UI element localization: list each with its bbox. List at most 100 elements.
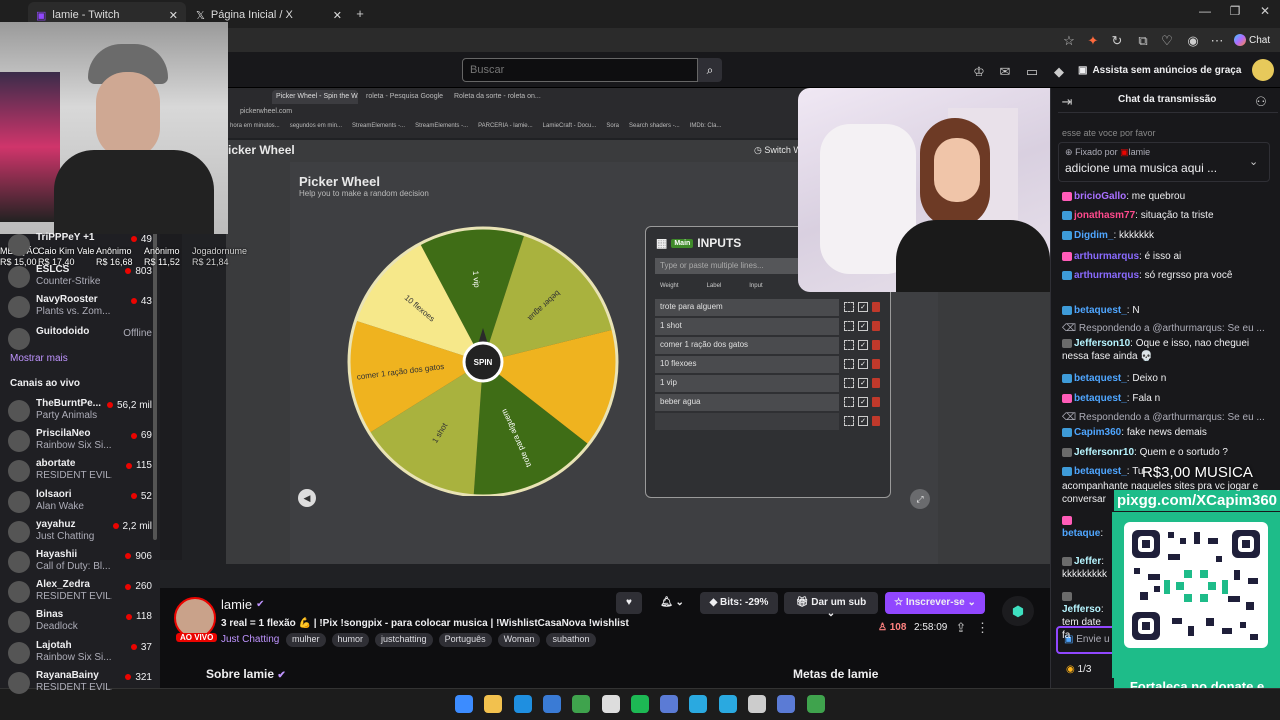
ad-free-button[interactable]: ▣ Assista sem anúncios de graça [1078, 60, 1242, 80]
live-channel[interactable]: RayanaBainy RESIDENT EVIL... 321 [8, 668, 156, 698]
live-channel[interactable]: PriscilaNeo Rainbow Six Si... 69 [8, 426, 156, 456]
star-icon[interactable]: ☆ [1062, 33, 1076, 49]
category-link[interactable]: Just Chatting [221, 634, 279, 645]
channel-name: Alex_Zedra [36, 579, 90, 591]
streamer-name[interactable]: lamie ✔ [221, 597, 264, 612]
stream-tag[interactable]: Woman [497, 633, 541, 647]
chat-username[interactable]: arthurmarqus [1074, 251, 1139, 262]
chevron-down-icon[interactable]: ⌄ [1249, 155, 1258, 168]
channel-points[interactable]: ◉ 1/3 [1066, 664, 1091, 675]
live-channel[interactable]: Lajotah Rainbow Six Si... 37 [8, 638, 156, 668]
share-icon[interactable]: ⇪ [954, 620, 968, 636]
live-channel[interactable]: lolsaori Alan Wake 52 [8, 487, 156, 517]
gift-label: Dar um sub [811, 597, 867, 608]
file-explorer-icon[interactable] [484, 695, 503, 713]
sub-badge-icon [1062, 210, 1072, 220]
inbox-icon[interactable]: ✉ [998, 64, 1012, 80]
spotify-icon[interactable] [630, 695, 649, 713]
steam-icon[interactable] [777, 695, 796, 713]
stream-tag[interactable]: Português [438, 633, 492, 647]
pinned-message[interactable]: ⊕ Fixado por ▣lamie adicione uma musica … [1058, 142, 1270, 182]
more-options-icon[interactable]: ⋮ [976, 620, 989, 636]
user-avatar[interactable] [1252, 59, 1274, 81]
chat-username[interactable]: betaquest_ [1074, 466, 1127, 477]
tab-label: lamie - Twitch [52, 9, 120, 21]
sidebar-channel[interactable]: Guitodoido Offline [8, 324, 156, 354]
favorites-icon[interactable]: ♡ [1160, 33, 1174, 49]
edge-browser-icon[interactable] [513, 695, 532, 713]
stream-tag[interactable]: mulher [286, 633, 326, 647]
refresh-icon[interactable]: ↻ [1110, 33, 1124, 49]
live-channel[interactable]: TheBurntPe... Party Animals 56,2 mil [8, 396, 156, 426]
whispers-icon[interactable]: ▭ [1025, 64, 1039, 80]
chat-username[interactable]: jonathasm77 [1074, 210, 1135, 221]
media-player-icon[interactable] [748, 695, 766, 713]
picker-subtitle: Help you to make a random decision [299, 189, 429, 198]
chat-username[interactable]: Jefferson10 [1074, 338, 1130, 349]
xbox-icon[interactable] [806, 695, 825, 713]
chat-text: fake news demais [1126, 427, 1207, 438]
stream-tag[interactable]: humor [331, 633, 370, 647]
follow-heart-icon[interactable]: ♥ [616, 592, 642, 614]
chrome-icon[interactable] [601, 695, 620, 713]
hype-train-icon[interactable]: ⬢ [1002, 596, 1034, 626]
close-window-icon[interactable]: ✕ [1250, 4, 1280, 22]
crown-icon[interactable]: ♔ [972, 64, 986, 80]
copilot-chat-button[interactable]: Chat [1234, 32, 1278, 48]
close-icon[interactable]: ✕ [333, 9, 342, 22]
chat-users-icon[interactable]: ⚇ [1254, 94, 1268, 110]
sidebar-channel[interactable]: ESLCS Counter-Strike 803 [8, 262, 156, 292]
viewer-count: 321 [125, 672, 152, 683]
stream-tag[interactable]: justchatting [375, 633, 433, 647]
subscribe-button[interactable]: ☆ Inscrever-se ⌄ [885, 592, 985, 614]
chat-username[interactable]: betaquest_ [1074, 305, 1127, 316]
col-input: Input [749, 283, 763, 289]
telegram-icon[interactable] [689, 695, 708, 713]
chat-username[interactable]: Jeffer [1074, 556, 1101, 567]
gift-sub-button[interactable]: 🎁︎ Dar um sub ⌄ [784, 592, 878, 619]
bookmark-item: Search shaders -... [629, 123, 680, 129]
show-more-link[interactable]: Mostrar mais [10, 353, 68, 364]
bits-icon[interactable]: ◆ [1052, 64, 1066, 80]
search-input[interactable] [462, 58, 698, 82]
tabs-icon[interactable]: ⧉ [1136, 33, 1150, 49]
live-channel[interactable]: Alex_Zedra RESIDENT EVIL... 260 [8, 577, 156, 607]
verified-icon: ✔ [277, 670, 286, 681]
chat-message: betaquest_: Deixo n [1062, 372, 1268, 385]
bits-button[interactable]: ◆ Bits: -29% [700, 592, 778, 614]
chat-username[interactable]: bricioGallo [1074, 191, 1126, 202]
telegram-icon[interactable] [718, 695, 737, 713]
search-icon[interactable]: ⌕ [698, 58, 722, 82]
steam-icon[interactable] [660, 695, 679, 713]
chat-username[interactable]: betaquest_ [1074, 393, 1127, 404]
collapse-chat-icon[interactable]: ⇥ [1060, 94, 1074, 110]
chat-username[interactable]: betaque [1062, 528, 1100, 539]
live-channel[interactable]: yayahuz Just Chatting 2,2 mil [8, 517, 156, 547]
chat-username[interactable]: arthurmarqus [1074, 270, 1139, 281]
windows-start-icon[interactable] [455, 695, 473, 713]
xbox-icon[interactable] [572, 695, 591, 713]
notifications-bell-icon[interactable]: 🔔︎ ⌄ [652, 592, 692, 614]
live-channel[interactable]: abortate RESIDENT EVIL... 115 [8, 456, 156, 486]
chat-username[interactable]: Digdim_ [1074, 230, 1113, 241]
sidebar-channel[interactable]: TriPPPeY +1 49 [8, 230, 156, 260]
chat-username[interactable]: Jefferso [1062, 604, 1101, 615]
mail-icon[interactable] [542, 695, 561, 713]
profile-icon[interactable]: ◉ [1186, 33, 1200, 49]
chat-username[interactable]: betaquest_ [1074, 373, 1127, 384]
chat-username[interactable]: Capim360 [1074, 427, 1121, 438]
live-channel[interactable]: Binas Deadlock 118 [8, 607, 156, 637]
inner-tab: Picker Wheel - Spin the W... [272, 90, 358, 104]
more-icon[interactable]: ⋯ [1210, 33, 1224, 49]
extension-icon[interactable]: ✦ [1086, 33, 1100, 49]
switch-label: Switch W [764, 145, 802, 155]
live-channel[interactable]: Hayashii Call of Duty: Bl... 906 [8, 547, 156, 577]
stream-tag[interactable]: subathon [546, 633, 596, 647]
close-icon[interactable]: ✕ [169, 9, 178, 22]
chat-username[interactable]: Jeffersonr10 [1074, 447, 1134, 458]
sidebar-channel[interactable]: NavyRooster Plants vs. Zom... 43 [8, 292, 156, 322]
input-entry: comer 1 ração dos gatos [655, 337, 839, 354]
minimize-icon[interactable]: — [1190, 4, 1220, 22]
new-tab-icon[interactable]: + [352, 6, 368, 21]
maximize-icon[interactable]: ❐ [1220, 4, 1250, 22]
